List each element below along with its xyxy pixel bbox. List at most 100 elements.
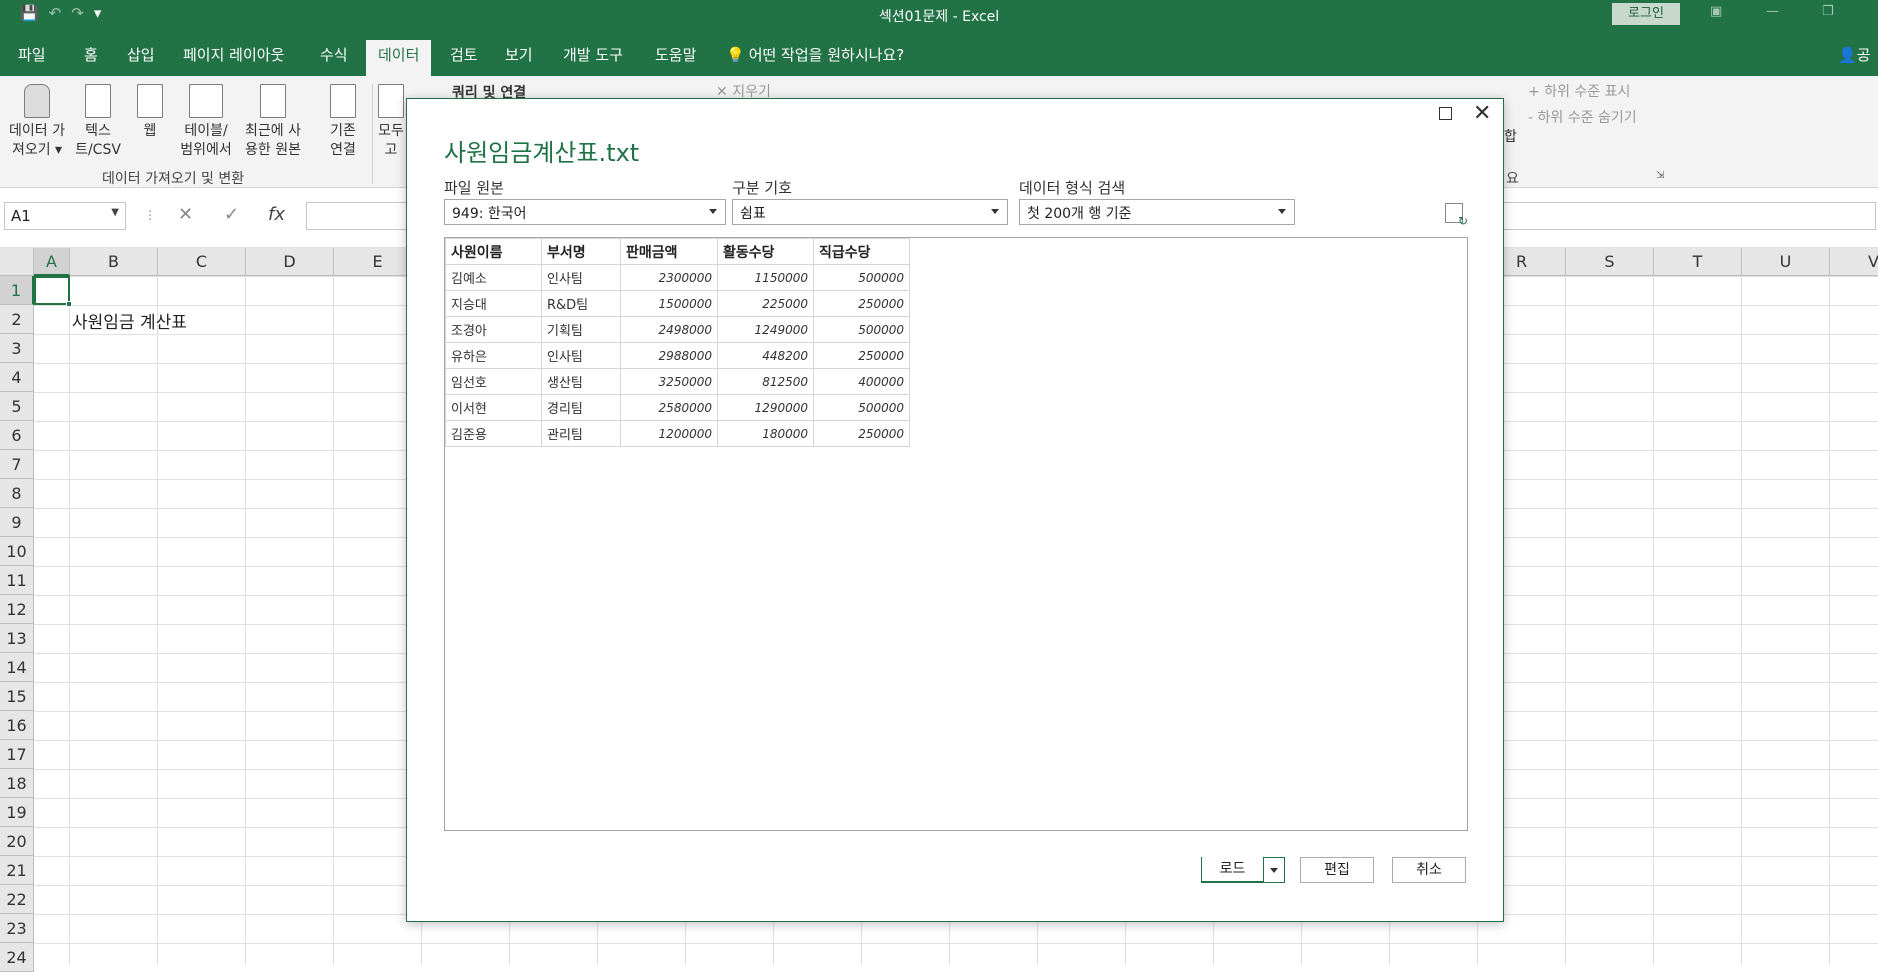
insert-function-icon[interactable]: fx — [268, 204, 285, 225]
text-file-icon — [85, 84, 111, 118]
cancel-button[interactable]: 취소 — [1392, 857, 1466, 883]
table-cell: 김준용 — [445, 420, 542, 447]
dialog-launcher-icon[interactable]: ⇲ — [1656, 170, 1664, 181]
row-header[interactable]: 6 — [0, 421, 34, 450]
row-header[interactable]: 8 — [0, 479, 34, 508]
from-text-csv-button[interactable]: 텍스 트/CSV — [72, 84, 124, 160]
fill-handle[interactable] — [66, 301, 72, 307]
refresh-icon — [378, 84, 404, 118]
row-header[interactable]: 15 — [0, 682, 34, 711]
row-header[interactable]: 14 — [0, 653, 34, 682]
maximize-icon[interactable] — [1439, 107, 1452, 120]
tab-developer[interactable]: 개발 도구 — [563, 44, 623, 65]
delimiter-label: 구분 기호 — [732, 179, 792, 197]
column-header[interactable]: A — [34, 248, 70, 276]
login-button[interactable]: 로그인 — [1612, 3, 1680, 25]
row-header[interactable]: 18 — [0, 769, 34, 798]
row-header[interactable]: 7 — [0, 450, 34, 479]
row-header[interactable]: 22 — [0, 885, 34, 914]
minimize-icon[interactable]: — — [1766, 4, 1779, 19]
name-box[interactable]: A1 ▼ — [4, 202, 126, 230]
row-header[interactable]: 4 — [0, 363, 34, 392]
column-header[interactable]: S — [1566, 248, 1654, 276]
table-cell: 180000 — [717, 420, 814, 447]
row-header[interactable]: 13 — [0, 624, 34, 653]
from-web-button[interactable]: 웹 — [130, 84, 170, 141]
row-header[interactable]: 10 — [0, 537, 34, 566]
column-header[interactable]: C — [158, 248, 246, 276]
table-row: 임선호 생산팀 3250000 812500 400000 — [445, 368, 910, 395]
row-header[interactable]: 12 — [0, 595, 34, 624]
row-header[interactable]: 11 — [0, 566, 34, 595]
get-data-button[interactable]: 데이터 가 져오기 ▾ — [2, 84, 72, 160]
recent-sources-button[interactable]: 최근에 사 용한 원본 — [238, 84, 308, 160]
table-cell: 인사팀 — [541, 342, 621, 369]
table-cell: 이서현 — [445, 394, 542, 421]
tab-help[interactable]: 도움말 — [655, 44, 696, 65]
ribbon-display-icon[interactable]: ▣ — [1710, 4, 1722, 19]
table-cell: 2300000 — [620, 264, 718, 291]
file-origin-select[interactable]: 949: 한국어 — [444, 199, 726, 225]
refresh-preview-icon[interactable] — [1445, 203, 1468, 228]
row-header[interactable]: 5 — [0, 392, 34, 421]
column-header[interactable]: V — [1830, 248, 1878, 276]
tab-file[interactable]: 파일 — [18, 44, 46, 65]
restore-icon[interactable]: ❐ — [1822, 4, 1834, 19]
load-options-button[interactable] — [1263, 857, 1285, 883]
table-cell: 기획팀 — [541, 316, 621, 343]
row-header[interactable]: 2 — [0, 305, 34, 334]
from-table-button[interactable]: 테이블/ 범위에서 — [176, 84, 236, 160]
tab-review[interactable]: 검토 — [450, 44, 478, 65]
subtotal-button-label[interactable]: 합 — [1504, 126, 1517, 146]
table-cell: 448200 — [717, 342, 814, 369]
table-row: 김준용 관리팀 1200000 180000 250000 — [445, 420, 910, 447]
database-icon — [24, 84, 50, 118]
active-cell-a1[interactable] — [34, 276, 72, 307]
row-header[interactable]: 1 — [0, 276, 34, 305]
row-header[interactable]: 23 — [0, 914, 34, 943]
cancel-icon[interactable]: ✕ — [178, 204, 193, 225]
tell-me-box[interactable]: 💡 어떤 작업을 원하시나요? — [726, 44, 904, 65]
tab-data[interactable]: 데이터 — [366, 40, 432, 76]
table-cell: 관리팀 — [541, 420, 621, 447]
row-header[interactable]: 19 — [0, 798, 34, 827]
tab-view[interactable]: 보기 — [505, 44, 533, 65]
dialog-title: 사원임금계산표.txt — [444, 139, 640, 167]
close-icon[interactable]: ✕ — [1473, 101, 1491, 126]
tab-formulas[interactable]: 수식 — [320, 44, 348, 65]
column-header[interactable]: D — [246, 248, 334, 276]
enter-icon[interactable]: ✓ — [224, 204, 239, 225]
cell-b2[interactable]: 사원임금 계산표 — [72, 308, 187, 333]
globe-icon — [137, 84, 163, 118]
column-header[interactable]: U — [1742, 248, 1830, 276]
row-header[interactable]: 3 — [0, 334, 34, 363]
select-all-corner[interactable] — [0, 248, 34, 276]
data-type-detection-select[interactable]: 첫 200개 행 기준 — [1019, 199, 1295, 225]
show-detail-button[interactable]: + 하위 수준 표시 — [1528, 81, 1630, 101]
row-header[interactable]: 9 — [0, 508, 34, 537]
share-button[interactable]: 👤공 — [1838, 44, 1871, 65]
hide-detail-button[interactable]: - 하위 수준 숨기기 — [1528, 107, 1637, 127]
column-header: 사원이름 — [445, 238, 542, 265]
row-header[interactable]: 21 — [0, 856, 34, 885]
load-button[interactable]: 로드 — [1201, 857, 1263, 883]
row-header[interactable]: 20 — [0, 827, 34, 856]
existing-connections-button[interactable]: 기존 연결 — [320, 84, 366, 160]
row-header[interactable]: 16 — [0, 711, 34, 740]
refresh-all-button[interactable]: 모두 고 — [376, 84, 406, 160]
tab-page-layout[interactable]: 페이지 레이아웃 — [183, 44, 284, 65]
row-header[interactable]: 17 — [0, 740, 34, 769]
tab-home[interactable]: 홈 — [84, 44, 98, 65]
delimiter-select[interactable]: 쉼표 — [732, 199, 1008, 225]
chevron-down-icon[interactable]: ▼ — [111, 207, 119, 218]
table-cell: 경리팀 — [541, 394, 621, 421]
column-header[interactable]: T — [1654, 248, 1742, 276]
ribbon-separator — [372, 84, 373, 184]
tab-insert[interactable]: 삽입 — [127, 44, 155, 65]
row-header[interactable]: 24 — [0, 943, 34, 972]
chevron-down-icon — [1270, 867, 1278, 873]
table-cell: 500000 — [813, 394, 910, 421]
column-header[interactable]: B — [70, 248, 158, 276]
table-cell: 임선호 — [445, 368, 542, 395]
edit-button[interactable]: 편집 — [1300, 857, 1374, 883]
